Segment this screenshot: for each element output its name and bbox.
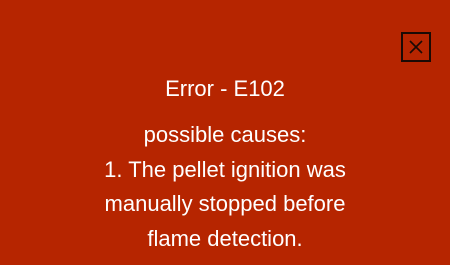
cause-line: manually stopped before: [104, 191, 346, 216]
causes-heading: possible causes:: [143, 122, 307, 147]
close-icon: [408, 39, 424, 55]
error-title: Error - E102: [165, 76, 285, 101]
cause-line: flame detection.: [147, 225, 303, 251]
error-dialog: Error - E102 possible causes: 1. The pel…: [0, 0, 450, 265]
cause-line: 1. The pellet ignition was: [104, 156, 346, 182]
error-causes: possible causes: 1. The pellet ignition …: [0, 118, 450, 256]
close-button[interactable]: [401, 32, 431, 62]
